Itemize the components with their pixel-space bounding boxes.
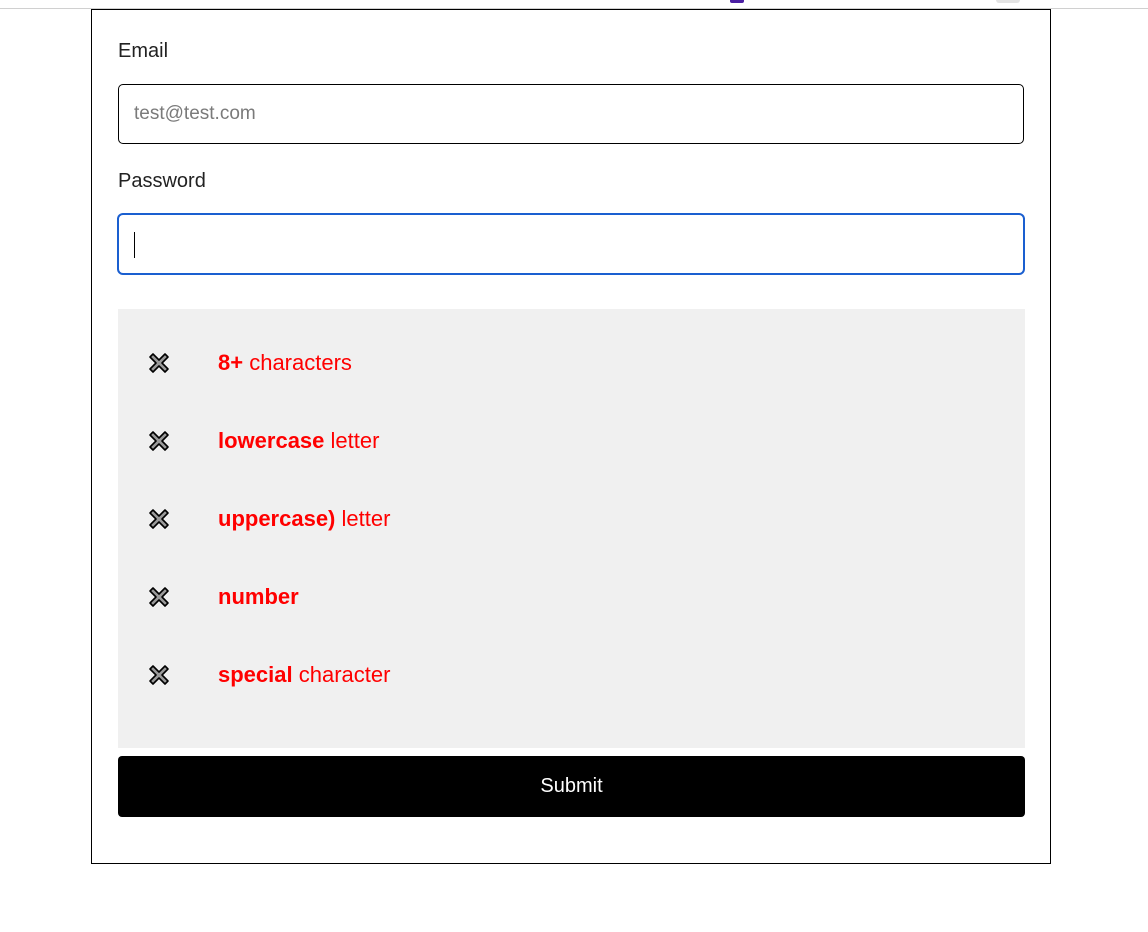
rule-label: special character bbox=[218, 662, 390, 688]
x-mark-icon bbox=[149, 587, 169, 607]
rule-label: 8+ characters bbox=[218, 350, 352, 376]
x-mark-icon bbox=[149, 665, 169, 685]
rule-lowercase: lowercase letter bbox=[118, 421, 1025, 461]
browser-top-indicator bbox=[730, 0, 744, 3]
rule-uppercase: uppercase) letter bbox=[118, 499, 1025, 539]
email-input[interactable] bbox=[118, 84, 1024, 144]
x-mark-icon bbox=[149, 431, 169, 451]
password-label: Password bbox=[118, 170, 206, 192]
rule-suffix: letter bbox=[324, 428, 380, 453]
email-label: Email bbox=[118, 40, 169, 62]
rule-label: lowercase letter bbox=[218, 428, 379, 454]
rule-label: number bbox=[218, 584, 299, 610]
signup-form-card: Email Password 8+ characters lowercase l… bbox=[91, 9, 1051, 864]
password-rules-panel: 8+ characters lowercase letter uppercase… bbox=[118, 309, 1025, 748]
x-mark-icon bbox=[149, 509, 169, 529]
rule-keyword: 8+ bbox=[218, 350, 244, 375]
rule-number: number bbox=[118, 577, 1025, 617]
submit-button[interactable]: Submit bbox=[118, 756, 1025, 817]
rule-keyword: lowercase bbox=[218, 428, 325, 453]
rule-suffix: characters bbox=[243, 350, 352, 375]
rule-suffix: letter bbox=[335, 506, 391, 531]
rule-keyword: special bbox=[218, 662, 293, 687]
rule-special: special character bbox=[118, 655, 1025, 695]
rule-suffix: character bbox=[292, 662, 391, 687]
rule-keyword: number bbox=[218, 584, 299, 609]
rule-length: 8+ characters bbox=[118, 343, 1025, 383]
rule-keyword: uppercase) bbox=[218, 506, 336, 531]
rule-label: uppercase) letter bbox=[218, 506, 390, 532]
text-caret bbox=[134, 232, 135, 258]
browser-top-indicator-secondary bbox=[996, 0, 1020, 3]
x-mark-icon bbox=[149, 353, 169, 373]
password-input[interactable] bbox=[118, 214, 1024, 274]
